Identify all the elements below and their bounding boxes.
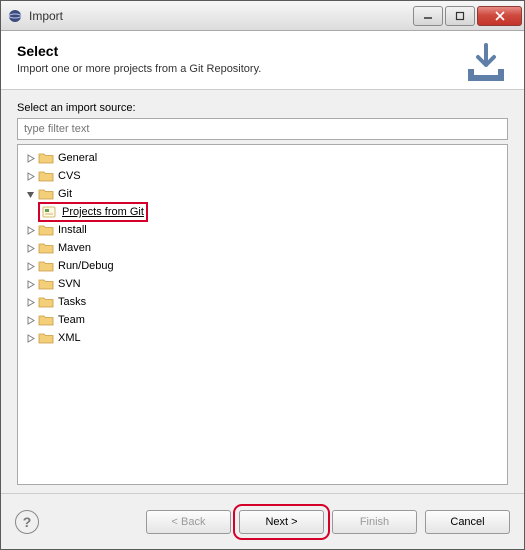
minimize-button[interactable]	[413, 6, 443, 26]
tree-folder[interactable]: Run/Debug	[20, 257, 505, 275]
close-button[interactable]	[477, 6, 522, 26]
filter-input[interactable]	[17, 118, 508, 140]
title-bar[interactable]: Import	[1, 1, 524, 31]
tree-twisty[interactable]	[24, 224, 36, 236]
tree-folder[interactable]: Git	[20, 185, 505, 203]
dialog-content: Select an import source: General CVS Git Pr…	[1, 90, 524, 493]
source-label: Select an import source:	[17, 102, 508, 114]
tree-folder[interactable]: CVS	[20, 167, 505, 185]
cancel-button[interactable]: Cancel	[425, 510, 510, 534]
import-icon	[462, 39, 510, 87]
tree-folder[interactable]: Team	[20, 311, 505, 329]
tree-folder-label: Maven	[58, 242, 91, 254]
window-controls	[413, 6, 522, 26]
tree-folder[interactable]: Install	[20, 221, 505, 239]
folder-icon	[38, 259, 54, 273]
tree-folder-label: General	[58, 152, 97, 164]
help-button[interactable]: ?	[15, 510, 39, 534]
tree-twisty	[24, 206, 36, 218]
finish-button-label: Finish	[360, 516, 389, 528]
banner-heading: Select	[17, 43, 508, 59]
tree-twisty[interactable]	[24, 242, 36, 254]
tree-twisty[interactable]	[24, 278, 36, 290]
folder-icon	[38, 223, 54, 237]
banner-subtext: Import one or more projects from a Git R…	[17, 63, 508, 75]
tree-folder[interactable]: SVN	[20, 275, 505, 293]
tree-item-label: Projects from Git	[62, 206, 144, 218]
tree-folder-label: CVS	[58, 170, 81, 182]
tree-folder[interactable]: Tasks	[20, 293, 505, 311]
tree-twisty[interactable]	[24, 332, 36, 344]
folder-icon	[38, 313, 54, 327]
window-title: Import	[29, 9, 413, 23]
next-button[interactable]: Next >	[239, 510, 324, 534]
folder-icon	[38, 331, 54, 345]
eclipse-icon	[7, 8, 23, 24]
tree-twisty[interactable]	[24, 260, 36, 272]
tree-folder-label: Tasks	[58, 296, 86, 308]
folder-icon	[38, 241, 54, 255]
tree-twisty[interactable]	[24, 314, 36, 326]
tree-folder[interactable]: Maven	[20, 239, 505, 257]
back-button-label: < Back	[172, 516, 206, 528]
tree-item[interactable]: Projects from Git	[20, 203, 505, 221]
button-bar: ? < Back Next > Finish Cancel	[1, 493, 524, 549]
dialog-banner: Select Import one or more projects from …	[1, 31, 524, 90]
tree-twisty[interactable]	[24, 152, 36, 164]
tree-twisty[interactable]	[24, 170, 36, 182]
folder-icon	[38, 295, 54, 309]
folder-icon	[38, 169, 54, 183]
finish-button[interactable]: Finish	[332, 510, 417, 534]
tree-folder[interactable]: General	[20, 149, 505, 167]
tree-twisty[interactable]	[24, 296, 36, 308]
tree-twisty[interactable]	[24, 188, 36, 200]
tree-folder-label: Git	[58, 188, 72, 200]
tree-folder-label: XML	[58, 332, 81, 344]
tree-folder-label: Install	[58, 224, 87, 236]
folder-icon	[38, 277, 54, 291]
maximize-button[interactable]	[445, 6, 475, 26]
folder-icon	[38, 187, 54, 201]
back-button[interactable]: < Back	[146, 510, 231, 534]
wizard-icon	[42, 205, 58, 219]
tree-folder-label: Team	[58, 314, 85, 326]
tree-folder-label: SVN	[58, 278, 81, 290]
import-dialog: Import Select Import one or more project…	[0, 0, 525, 550]
tree-folder[interactable]: XML	[20, 329, 505, 347]
tree-folder-label: Run/Debug	[58, 260, 114, 272]
import-tree[interactable]: General CVS Git Projects from Git Install Mav…	[17, 144, 508, 485]
folder-icon	[38, 151, 54, 165]
next-button-label: Next >	[265, 516, 297, 528]
cancel-button-label: Cancel	[450, 516, 484, 528]
